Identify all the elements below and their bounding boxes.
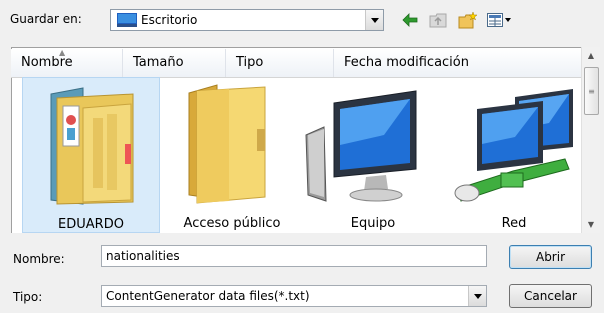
back-arrow-icon[interactable] (402, 11, 418, 29)
list-item-equipo[interactable]: Equipo (304, 77, 442, 233)
folder-icon (188, 84, 266, 204)
filetype-select[interactable]: ContentGenerator data files(*.txt) (101, 285, 487, 307)
new-folder-icon[interactable] (458, 11, 478, 29)
item-label: Acceso público (183, 216, 281, 231)
filename-input[interactable]: nationalities (101, 245, 487, 267)
network-icon (454, 89, 573, 202)
filetype-label: Tipo: (13, 290, 43, 304)
vertical-scrollbar[interactable]: ▲ ≡ ▼ (581, 47, 600, 233)
computer-icon (305, 90, 417, 202)
column-header-row: ▲ Nombre Tamaño Tipo Fecha modificación (11, 49, 581, 78)
file-items: EDUARDO Acceso público Equipo Red (11, 77, 581, 233)
desktop-icon (117, 13, 137, 27)
view-menu-icon[interactable] (487, 11, 513, 29)
item-label: Equipo (350, 216, 396, 231)
location-dropdown-button[interactable] (365, 10, 383, 30)
save-in-label: Guardar en: (10, 12, 82, 26)
scroll-down-button[interactable]: ▼ (582, 216, 600, 233)
chevron-down-icon (370, 17, 379, 23)
filetype-dropdown-button[interactable] (468, 286, 486, 306)
item-label: EDUARDO (58, 217, 124, 232)
open-button[interactable]: Abrir (509, 245, 592, 269)
user-folder-icon (50, 87, 134, 205)
filetype-value: ContentGenerator data files(*.txt) (106, 289, 310, 303)
scrollbar-thumb[interactable]: ≡ (584, 67, 599, 115)
column-header-size[interactable]: Tamaño (123, 49, 226, 77)
scroll-up-button[interactable]: ▲ (582, 47, 600, 64)
list-item-eduardo[interactable]: EDUARDO (22, 77, 160, 233)
list-item-red[interactable]: Red (445, 77, 583, 233)
column-header-name[interactable]: ▲ Nombre (11, 49, 123, 77)
cancel-button[interactable]: Cancelar (509, 284, 592, 308)
list-item-acceso-publico[interactable]: Acceso público (163, 77, 301, 233)
up-folder-icon[interactable] (429, 11, 447, 29)
item-label: Red (501, 216, 527, 231)
column-header-type[interactable]: Tipo (226, 49, 334, 77)
location-combobox[interactable]: Escritorio (110, 9, 384, 31)
sort-ascending-icon: ▲ (59, 48, 66, 57)
column-header-date[interactable]: Fecha modificación (334, 49, 581, 77)
location-value: Escritorio (141, 13, 198, 27)
filename-label: Nombre: (13, 252, 65, 266)
chevron-down-icon (473, 293, 482, 299)
